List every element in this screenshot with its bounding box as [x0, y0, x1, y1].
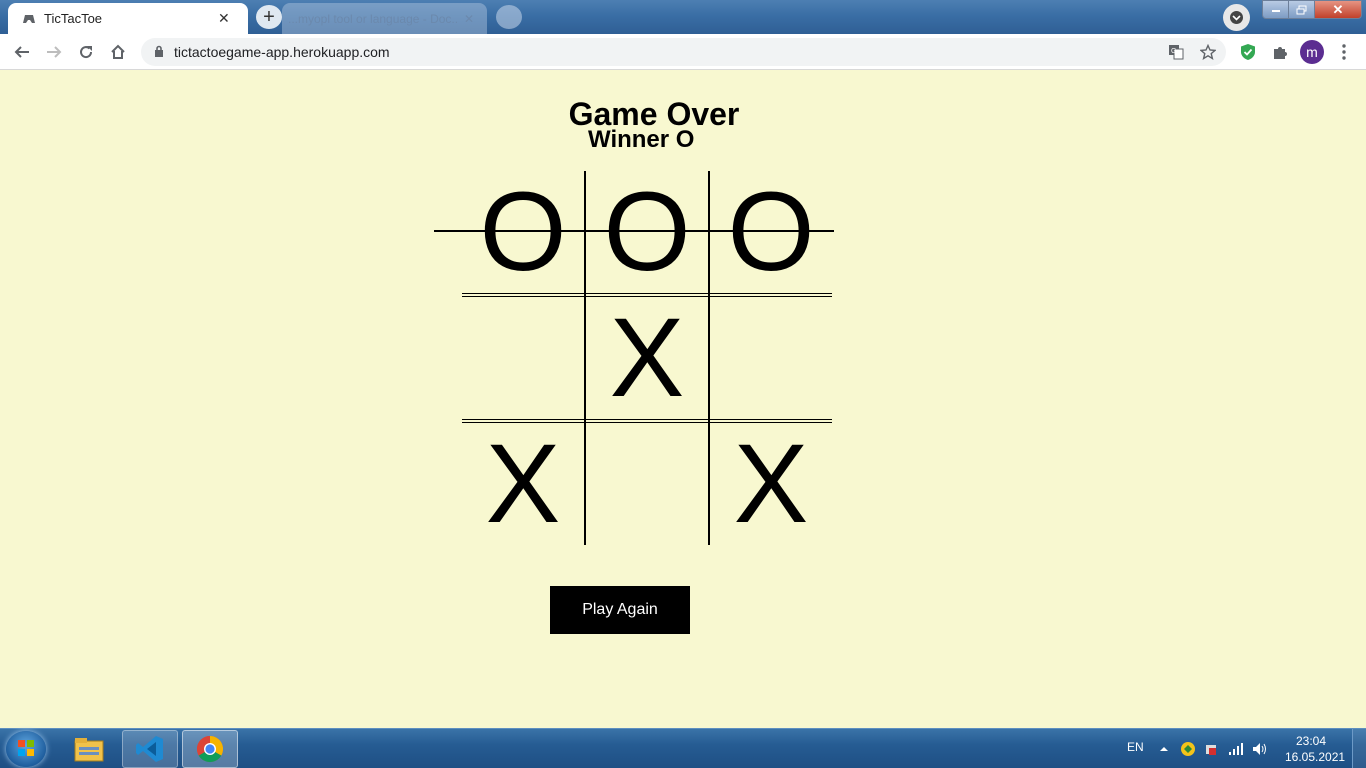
board-cell-2-0[interactable]: X	[462, 423, 584, 545]
board-cell-0-1[interactable]: O	[586, 171, 708, 293]
lock-icon	[154, 45, 164, 63]
winner-label: Winner O	[588, 126, 695, 153]
back-arrow-icon[interactable]	[10, 40, 34, 64]
grid-line-horizontal-2	[462, 419, 832, 423]
translate-icon[interactable]: G	[1166, 42, 1186, 62]
bookmark-star-icon[interactable]	[1198, 42, 1218, 62]
reload-icon[interactable]	[74, 40, 98, 64]
close-icon[interactable]: ✕	[464, 12, 474, 26]
kaspersky-tray-icon[interactable]	[1180, 741, 1196, 757]
windows-taskbar: EN 23:04 16.05.2021	[0, 728, 1366, 768]
language-indicator[interactable]: EN	[1127, 740, 1144, 754]
address-bar[interactable]: tictactoegame-app.herokuapp.com G	[141, 38, 1226, 66]
kebab-menu-icon[interactable]	[1332, 40, 1356, 64]
tab-title: TicTacToe	[44, 11, 103, 26]
board-cell-2-2[interactable]: X	[710, 423, 832, 545]
board-cell-1-0[interactable]	[462, 297, 584, 419]
show-desktop-button[interactable]	[1352, 729, 1366, 768]
gamepad-icon	[22, 12, 36, 26]
new-tab-button[interactable]: +	[256, 5, 282, 29]
network-device-tray-icon[interactable]	[1203, 741, 1219, 757]
tab-title: ...myopl tool or language - Doc...	[288, 11, 458, 26]
signal-bars-icon[interactable]	[1228, 741, 1244, 757]
grid-line-vertical-2	[708, 171, 710, 545]
start-button[interactable]	[6, 731, 46, 767]
browser-toolbar: tictactoegame-app.herokuapp.com G m	[0, 34, 1366, 70]
clock-time[interactable]: 23:04	[1296, 734, 1326, 748]
board-cell-0-2[interactable]: O	[710, 171, 832, 293]
home-icon[interactable]	[106, 40, 130, 64]
board-cell-2-1[interactable]	[586, 423, 708, 545]
close-icon[interactable]: ✕	[218, 10, 230, 27]
game-page: Game Over Winner O O O O X X X Play Agai…	[0, 71, 1366, 728]
puzzle-extensions-icon[interactable]	[1268, 40, 1292, 64]
tab-docs[interactable]: ...myopl tool or language - Doc... ✕	[282, 3, 487, 34]
board-cell-0-0[interactable]: O	[462, 171, 584, 293]
new-tab-ghost-icon	[496, 5, 522, 29]
game-board: O O O X X X	[434, 171, 834, 545]
file-explorer-icon[interactable]	[61, 730, 117, 768]
grid-line-horizontal-1	[462, 293, 832, 297]
minimize-window-button[interactable]	[1262, 0, 1289, 19]
tab-tictactoe[interactable]: TicTacToe ✕	[8, 3, 248, 34]
shield-extension-icon[interactable]	[1236, 40, 1260, 64]
tab-search-button[interactable]	[1223, 4, 1250, 31]
forward-arrow-icon[interactable]	[42, 40, 66, 64]
maximize-window-button[interactable]	[1288, 0, 1315, 19]
chevron-down-icon	[1230, 11, 1243, 24]
chrome-icon[interactable]	[182, 730, 238, 768]
board-cell-1-1[interactable]: X	[586, 297, 708, 419]
avatar[interactable]: m	[1300, 40, 1324, 64]
winning-line	[434, 230, 834, 232]
tray-expand-icon[interactable]	[1156, 741, 1172, 757]
vscode-icon[interactable]	[122, 730, 178, 768]
play-again-button[interactable]: Play Again	[550, 586, 690, 634]
volume-icon[interactable]	[1252, 741, 1268, 757]
url-text: tictactoegame-app.herokuapp.com	[174, 44, 390, 60]
board-cell-1-2[interactable]	[710, 297, 832, 419]
close-window-button[interactable]: ✕	[1314, 0, 1362, 19]
svg-text:G: G	[1171, 48, 1176, 55]
clock-date[interactable]: 16.05.2021	[1285, 750, 1345, 764]
grid-line-vertical-1	[584, 171, 586, 545]
browser-title-bar: TicTacToe ✕ + ...myopl tool or language …	[0, 0, 1366, 34]
